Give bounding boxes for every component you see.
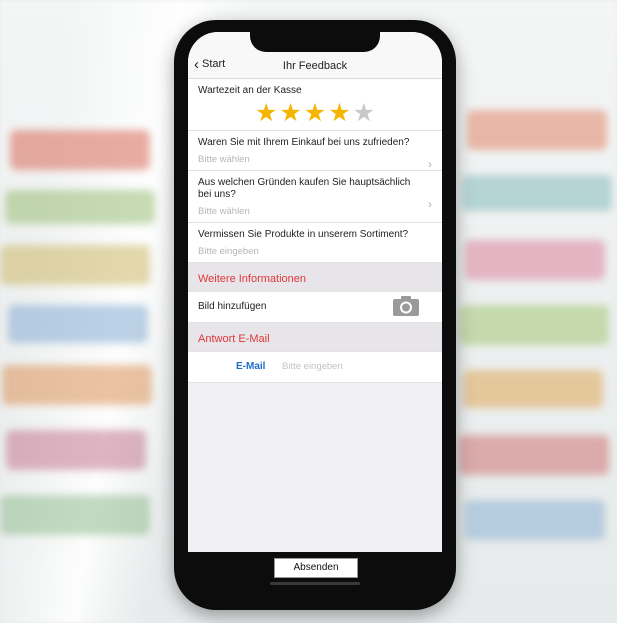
- star-icon-4[interactable]: ★: [328, 100, 350, 126]
- email-label: E-Mail: [236, 361, 266, 372]
- shelf-right: [447, 40, 617, 623]
- app-screen: ‹ Start Ihr Feedback Wartezeit an der Ka…: [188, 32, 442, 552]
- question-label: Aus welchen Gründen kaufen Sie hauptsäch…: [198, 177, 411, 200]
- rating-cell: Wartezeit an der Kasse ★ ★ ★ ★ ★: [188, 79, 442, 131]
- star-icon-5[interactable]: ★: [353, 100, 375, 126]
- question-reasons[interactable]: Aus welchen Gründen kaufen Sie hauptsäch…: [188, 171, 442, 223]
- phone-notch: [250, 28, 380, 52]
- home-indicator: [270, 582, 360, 585]
- submit-button[interactable]: Absenden: [274, 558, 358, 578]
- question-label: Vermissen Sie Produkte in unserem Sortim…: [198, 229, 409, 240]
- select-placeholder: Bitte wählen: [198, 206, 250, 217]
- section-header-reply-email: Antwort E-Mail: [188, 323, 442, 352]
- star-icon-2[interactable]: ★: [279, 100, 301, 126]
- question-missing-products: Vermissen Sie Produkte in unserem Sortim…: [188, 223, 442, 263]
- star-icon-1[interactable]: ★: [255, 100, 277, 126]
- email-row: E-Mail Bitte eingeben: [188, 352, 442, 383]
- missing-products-input[interactable]: Bitte eingeben: [198, 246, 432, 257]
- question-label: Waren Sie mit Ihrem Einkauf bei uns zufr…: [198, 137, 410, 148]
- question-satisfaction[interactable]: Waren Sie mit Ihrem Einkauf bei uns zufr…: [188, 131, 442, 171]
- camera-icon[interactable]: [392, 295, 420, 317]
- select-placeholder: Bitte wählen: [198, 154, 250, 165]
- star-icon-3[interactable]: ★: [304, 100, 326, 126]
- add-image-label: Bild hinzufügen: [198, 301, 267, 312]
- star-rating: ★ ★ ★ ★ ★: [198, 100, 432, 126]
- rating-label: Wartezeit an der Kasse: [198, 85, 302, 96]
- shelf-left: [0, 40, 170, 623]
- chevron-right-icon: ›: [428, 197, 432, 211]
- email-field[interactable]: Bitte eingeben: [282, 361, 343, 372]
- chevron-right-icon: ›: [428, 157, 432, 171]
- section-header-more-info: Weitere Informationen: [188, 263, 442, 292]
- phone-frame: ‹ Start Ihr Feedback Wartezeit an der Ka…: [174, 20, 456, 610]
- bottom-bar: Absenden: [188, 552, 442, 592]
- add-image-row[interactable]: Bild hinzufügen: [188, 292, 442, 323]
- page-title: Ihr Feedback: [282, 60, 348, 72]
